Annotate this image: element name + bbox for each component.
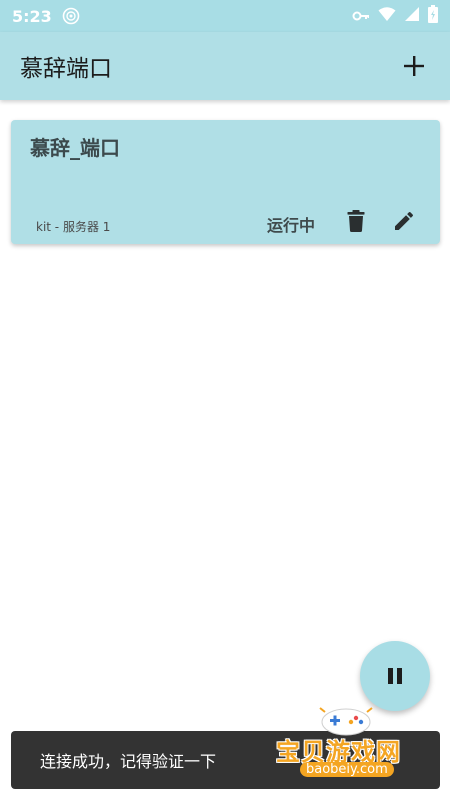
status-time: 5:23	[12, 6, 52, 26]
battery-icon	[428, 5, 438, 27]
card-title: 慕辞_端口	[30, 136, 120, 160]
status-icons	[352, 5, 438, 27]
delete-button[interactable]	[341, 206, 371, 236]
status-bar: 5:23	[0, 0, 450, 32]
wifi-icon	[378, 6, 396, 26]
app-bar: 慕辞端口	[0, 32, 450, 100]
plus-icon	[404, 56, 424, 76]
snackbar-message: 连接成功，记得验证一下	[40, 752, 217, 771]
vpn-key-icon	[352, 7, 370, 26]
page-title: 慕辞端口	[20, 56, 112, 82]
signal-icon	[404, 6, 420, 26]
snackbar: 连接成功，记得验证一下	[11, 731, 440, 789]
trash-icon	[347, 210, 365, 232]
pause-button[interactable]	[360, 641, 430, 711]
status-label: 运行中	[267, 216, 316, 235]
pencil-icon	[395, 211, 414, 230]
port-card[interactable]: 慕辞_端口 kit - 服务器 1 运行中	[11, 120, 440, 244]
app-screen: 5:23 慕辞端口 慕辞_端口 kit - 服务器 1 运行中 连接成功，记得验…	[0, 0, 450, 800]
pause-icon	[388, 668, 402, 684]
edit-button[interactable]	[389, 206, 419, 236]
add-port-button[interactable]	[398, 50, 430, 82]
card-subtitle: kit - 服务器 1	[36, 220, 111, 234]
notification-icon	[62, 7, 80, 25]
